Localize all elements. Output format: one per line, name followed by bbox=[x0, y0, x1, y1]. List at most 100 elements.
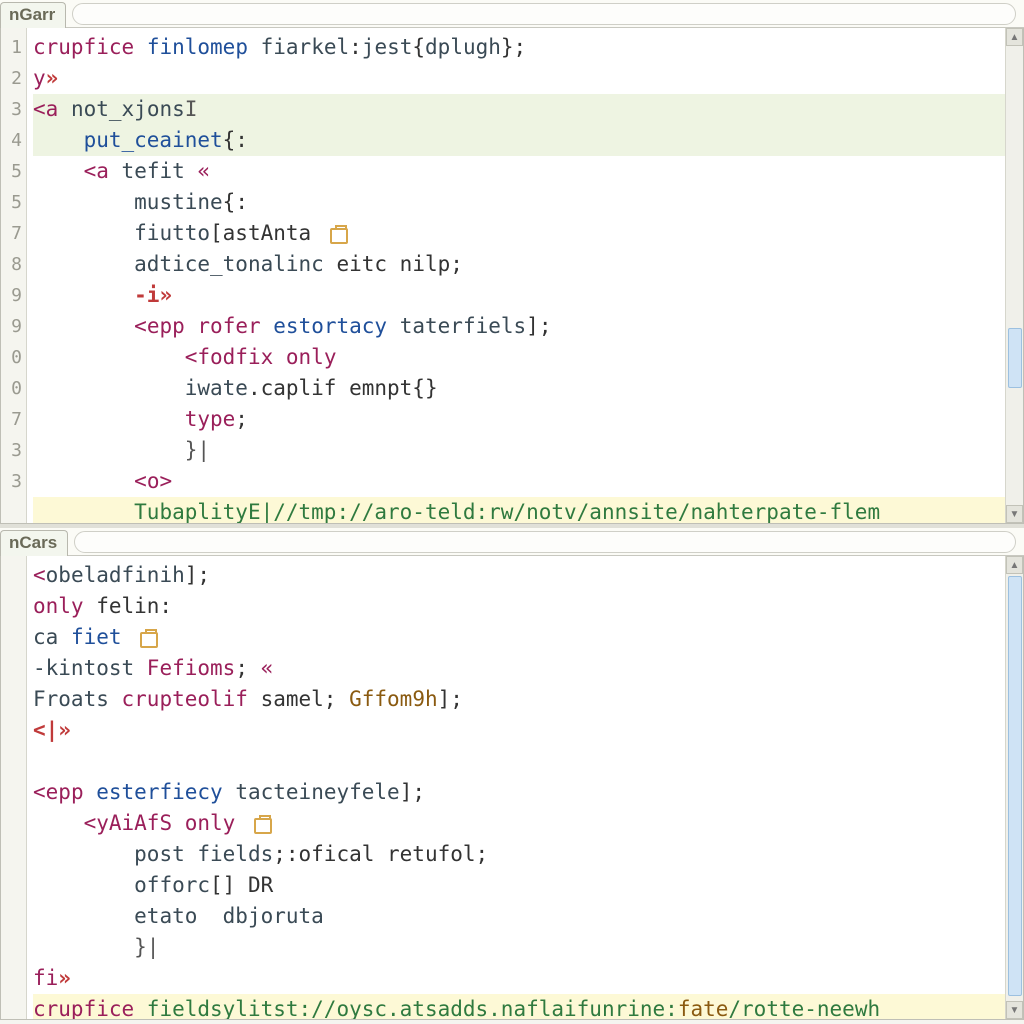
code-line[interactable]: <fodfix only bbox=[33, 342, 1005, 373]
code-line[interactable]: fi» bbox=[33, 963, 1005, 994]
code-line[interactable]: type; bbox=[33, 404, 1005, 435]
token: only bbox=[185, 808, 236, 839]
token: iwate bbox=[185, 373, 248, 404]
line-number: 0 bbox=[1, 373, 26, 404]
token: » bbox=[46, 63, 59, 94]
token: crupfice bbox=[33, 994, 134, 1019]
line-number bbox=[1, 777, 26, 808]
code-line[interactable]: <a not_xjonsI bbox=[33, 94, 1005, 125]
line-number: 4 bbox=[1, 125, 26, 156]
token: Froats bbox=[33, 684, 122, 715]
token: -kintost bbox=[33, 653, 147, 684]
token: ; bbox=[235, 404, 248, 435]
tab-bar-bottom: nCars bbox=[0, 528, 1024, 556]
token: < bbox=[84, 808, 97, 839]
token bbox=[185, 311, 198, 342]
token: obeladfinih bbox=[46, 560, 185, 591]
token: TubaplityE|//tmp://aro-teld:rw/notv/anns… bbox=[134, 497, 880, 523]
token: Gffom9h bbox=[349, 684, 438, 715]
token: /rotte-neewh bbox=[728, 994, 880, 1019]
breadcrumb-slot-bottom[interactable] bbox=[74, 531, 1016, 553]
code-line[interactable]: }| bbox=[33, 932, 1005, 963]
token: {: bbox=[223, 187, 248, 218]
code-line[interactable]: <yAiAfS only bbox=[33, 808, 1005, 839]
token: < bbox=[185, 342, 198, 373]
scroll-up-icon[interactable]: ▲ bbox=[1006, 28, 1023, 46]
line-number bbox=[1, 746, 26, 777]
breadcrumb-slot-top[interactable] bbox=[72, 3, 1016, 25]
code-line[interactable]: put_ceainet{: bbox=[33, 125, 1005, 156]
line-number bbox=[1, 963, 26, 994]
code-line[interactable]: crupfice fieldsylitst://oysc.atsadds.naf… bbox=[33, 994, 1005, 1019]
token: fi bbox=[33, 963, 58, 994]
code-line[interactable]: <obeladfinih]; bbox=[33, 560, 1005, 591]
code-line[interactable]: fiutto[astAnta bbox=[33, 218, 1005, 249]
code-line[interactable]: <o> bbox=[33, 466, 1005, 497]
token: felin: bbox=[84, 591, 173, 622]
line-number: 1 bbox=[1, 32, 26, 63]
line-number: 9 bbox=[1, 280, 26, 311]
code-line[interactable]: y» bbox=[33, 63, 1005, 94]
code-line[interactable]: <a tefit « bbox=[33, 156, 1005, 187]
token: [astAnta bbox=[210, 218, 324, 249]
code-line[interactable]: <|» bbox=[33, 715, 1005, 746]
token: fate bbox=[678, 994, 729, 1019]
code-line[interactable] bbox=[33, 746, 1005, 777]
code-line[interactable]: iwate.caplif emnpt{} bbox=[33, 373, 1005, 404]
vertical-scrollbar-top[interactable]: ▲ ▼ bbox=[1005, 28, 1023, 523]
token: ]; bbox=[185, 560, 210, 591]
line-number: 3 bbox=[1, 435, 26, 466]
tab-bottom[interactable]: nCars bbox=[0, 530, 68, 556]
tab-top[interactable]: nGarr bbox=[0, 2, 66, 28]
code-line[interactable]: adtice_tonalinc eitc nilp; bbox=[33, 249, 1005, 280]
token: < bbox=[33, 94, 46, 125]
code-line[interactable]: -i» bbox=[33, 280, 1005, 311]
token: taterfiels bbox=[400, 311, 526, 342]
line-number bbox=[1, 839, 26, 870]
token: tacteineyfele bbox=[235, 777, 399, 808]
code-area-top[interactable]: crupfice finlomep fiarkel:jest{dplugh};y… bbox=[27, 28, 1005, 523]
scroll-up-icon[interactable]: ▲ bbox=[1006, 556, 1023, 574]
code-line[interactable]: -kintost Fefioms; « bbox=[33, 653, 1005, 684]
token: crupfice bbox=[33, 32, 134, 63]
line-number bbox=[1, 591, 26, 622]
token bbox=[134, 32, 147, 63]
code-line[interactable]: Froats crupteolif samel; Gffom9h]; bbox=[33, 684, 1005, 715]
code-line[interactable]: offorc[] DR bbox=[33, 870, 1005, 901]
code-line[interactable]: post fields;:ofical retufol; bbox=[33, 839, 1005, 870]
scroll-down-icon[interactable]: ▼ bbox=[1006, 1001, 1023, 1019]
code-line[interactable]: only felin: bbox=[33, 591, 1005, 622]
code-line[interactable]: etato dbjoruta bbox=[33, 901, 1005, 932]
token: < bbox=[134, 466, 147, 497]
token: : bbox=[349, 32, 362, 63]
code-line[interactable]: ca fiet bbox=[33, 622, 1005, 653]
code-line[interactable]: }| bbox=[33, 435, 1005, 466]
token bbox=[84, 777, 97, 808]
token: }| bbox=[134, 932, 159, 963]
line-number: 3 bbox=[1, 94, 26, 125]
code-line[interactable]: crupfice finlomep fiarkel:jest{dplugh}; bbox=[33, 32, 1005, 63]
line-number bbox=[1, 560, 26, 591]
scroll-thumb-bottom[interactable] bbox=[1008, 576, 1022, 996]
code-line[interactable]: mustine{: bbox=[33, 187, 1005, 218]
token: esterfiecy bbox=[96, 777, 222, 808]
scroll-down-icon[interactable]: ▼ bbox=[1006, 505, 1023, 523]
line-number: 9 bbox=[1, 311, 26, 342]
token: rofer bbox=[197, 311, 260, 342]
code-line[interactable]: TubaplityE|//tmp://aro-teld:rw/notv/anns… bbox=[33, 497, 1005, 523]
token: .caplif emnpt{} bbox=[248, 373, 438, 404]
line-number bbox=[1, 715, 26, 746]
token: type bbox=[185, 404, 236, 435]
token: {: bbox=[223, 125, 248, 156]
token: > bbox=[159, 466, 172, 497]
code-line[interactable]: <epp rofer estortacy taterfiels]; bbox=[33, 311, 1005, 342]
token: « bbox=[197, 156, 210, 187]
vertical-scrollbar-bottom[interactable]: ▲ ▼ bbox=[1005, 556, 1023, 1019]
token: jest bbox=[362, 32, 413, 63]
editor-pane-top: nGarr 123455789900733 crupfice finlomep … bbox=[0, 0, 1024, 528]
line-number: 5 bbox=[1, 156, 26, 187]
code-line[interactable]: <epp esterfiecy tacteineyfele]; bbox=[33, 777, 1005, 808]
code-area-bottom[interactable]: <obeladfinih];only felin:ca fiet -kintos… bbox=[27, 556, 1005, 1019]
scroll-thumb-top[interactable] bbox=[1008, 328, 1022, 388]
token: { bbox=[412, 32, 425, 63]
